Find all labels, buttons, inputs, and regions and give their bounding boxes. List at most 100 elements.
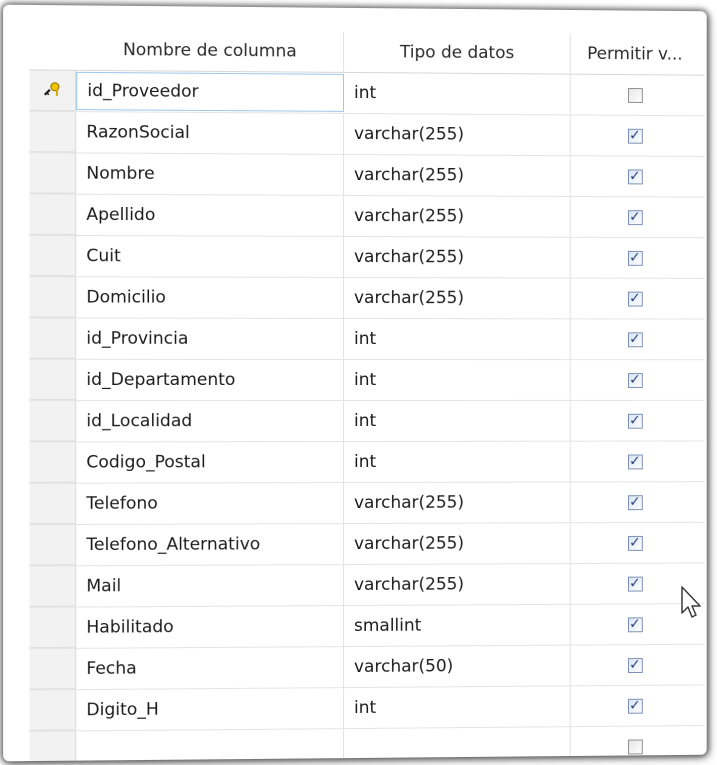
table-row[interactable]: Habilitado smallint ✓ — [29, 604, 705, 650]
row-selector[interactable] — [29, 235, 77, 277]
allow-nulls-cell: ✓ — [571, 645, 699, 686]
column-name-cell[interactable]: id_Departamento — [76, 359, 345, 401]
data-type-cell[interactable]: varchar(255) — [344, 236, 571, 278]
allow-nulls-checkbox[interactable]: ✓ — [627, 575, 643, 592]
data-type-cell[interactable]: varchar(255) — [344, 277, 571, 319]
data-type-cell[interactable]: int — [344, 686, 571, 729]
column-name-cell[interactable]: id_Provincia — [76, 318, 345, 359]
data-type-cell[interactable]: smallint — [344, 604, 571, 647]
row-selector[interactable] — [29, 194, 77, 235]
table-row[interactable]: id_Localidad int ✓ — [29, 400, 705, 443]
data-type-cell[interactable]: varchar(255) — [344, 564, 571, 606]
allow-nulls-checkbox[interactable]: ✓ — [627, 290, 643, 307]
allow-nulls-cell: ✓ — [571, 197, 699, 237]
allow-nulls-checkbox[interactable]: ✓ — [627, 249, 643, 266]
row-selector[interactable] — [29, 70, 77, 112]
column-name-cell[interactable]: RazonSocial — [76, 112, 345, 154]
column-name-cell[interactable]: Nombre — [76, 153, 345, 195]
allow-nulls-checkbox[interactable] — [627, 87, 643, 103]
row-selector[interactable] — [29, 111, 77, 153]
data-type-cell[interactable]: varchar(255) — [344, 195, 571, 237]
row-selector[interactable] — [29, 277, 77, 318]
row-selector[interactable] — [29, 731, 77, 762]
allow-nulls-cell: ✓ — [571, 360, 699, 400]
column-name-cell[interactable]: Domicilio — [76, 277, 345, 318]
table-row[interactable]: Telefono varchar(255) ✓ — [29, 482, 705, 526]
row-selector[interactable] — [29, 648, 77, 690]
allow-nulls-cell: ✓ — [571, 238, 699, 278]
data-type-cell[interactable]: varchar(255) — [344, 523, 571, 565]
data-type-cell[interactable] — [344, 727, 571, 762]
allow-nulls-checkbox[interactable]: ✓ — [627, 657, 643, 673]
table-row[interactable]: RazonSocial varchar(255) ✓ — [29, 111, 705, 157]
table-row[interactable]: Apellido varchar(255) ✓ — [29, 194, 705, 239]
column-name-header[interactable]: Nombre de columna — [76, 29, 345, 72]
data-type-cell[interactable]: varchar(50) — [344, 645, 571, 688]
allow-nulls-cell: ✓ — [571, 319, 699, 359]
table-row[interactable]: Cuit varchar(255) ✓ — [29, 235, 705, 279]
table-row[interactable]: id_Departamento int ✓ — [29, 359, 705, 402]
data-type-cell[interactable]: int — [344, 318, 571, 360]
table-row[interactable]: Telefono_Alternativo varchar(255) ✓ — [29, 522, 705, 567]
allow-nulls-checkbox[interactable]: ✓ — [627, 209, 643, 225]
column-name-cell[interactable]: Fecha — [76, 647, 345, 690]
data-type-cell[interactable]: varchar(255) — [344, 482, 571, 524]
allow-nulls-checkbox[interactable]: ✓ — [627, 331, 643, 347]
allow-nulls-checkbox[interactable]: ✓ — [627, 534, 643, 551]
column-name-cell[interactable]: id_Proveedor — [76, 71, 345, 112]
primary-key-icon — [43, 81, 61, 100]
table-designer-panel: Nombre de columna Tipo de datos Permitir… — [3, 4, 707, 762]
row-selector[interactable] — [29, 318, 77, 359]
row-selector[interactable] — [29, 524, 77, 566]
grid-rows: id_Proveedor int RazonSocial varchar(255) ✓ N… — [29, 70, 705, 762]
row-selector[interactable] — [29, 359, 77, 401]
data-type-cell[interactable]: int — [344, 441, 571, 483]
row-selector[interactable] — [29, 483, 77, 525]
allow-nulls-checkbox[interactable]: ✓ — [627, 168, 643, 184]
allow-nulls-checkbox[interactable]: ✓ — [627, 372, 643, 388]
column-name-cell[interactable]: Mail — [76, 565, 345, 607]
column-name-cell[interactable] — [76, 729, 345, 762]
row-selector[interactable] — [29, 153, 77, 194]
data-type-cell[interactable]: int — [344, 400, 571, 442]
allow-nulls-checkbox[interactable]: ✓ — [627, 453, 643, 469]
table-row[interactable] — [29, 726, 705, 762]
allow-nulls-checkbox[interactable]: ✓ — [627, 697, 643, 714]
table-row[interactable]: Mail varchar(255) ✓ — [29, 563, 705, 608]
data-type-cell[interactable]: varchar(255) — [344, 113, 571, 156]
allow-nulls-cell — [571, 75, 699, 116]
allow-nulls-checkbox[interactable] — [627, 738, 643, 754]
column-name-cell[interactable]: Digito_H — [76, 688, 345, 731]
allow-nulls-checkbox[interactable]: ✓ — [627, 412, 643, 429]
column-name-cell[interactable]: Codigo_Postal — [76, 442, 345, 483]
row-selector[interactable] — [29, 690, 77, 731]
table-row[interactable]: Codigo_Postal int ✓ — [29, 441, 705, 484]
row-selector[interactable] — [29, 607, 77, 649]
column-name-cell[interactable]: id_Localidad — [76, 401, 345, 442]
table-row[interactable]: id_Provincia int ✓ — [29, 318, 705, 361]
row-selector[interactable] — [29, 401, 77, 442]
allow-nulls-cell: ✓ — [571, 685, 699, 726]
table-row[interactable]: Digito_H int ✓ — [29, 685, 705, 732]
table-row[interactable]: Domicilio varchar(255) ✓ — [29, 277, 705, 320]
column-name-cell[interactable]: Apellido — [76, 194, 345, 236]
column-name-cell[interactable]: Telefono — [76, 483, 345, 524]
allow-nulls-checkbox[interactable]: ✓ — [627, 494, 643, 510]
column-name-cell[interactable]: Telefono_Alternativo — [76, 524, 345, 566]
allow-nulls-cell: ✓ — [571, 401, 699, 441]
column-name-cell[interactable]: Habilitado — [76, 606, 345, 648]
allow-nulls-cell: ✓ — [571, 156, 699, 196]
table-row[interactable]: id_Proveedor int — [29, 70, 705, 117]
data-type-cell[interactable]: varchar(255) — [344, 154, 571, 196]
data-type-cell[interactable]: int — [344, 72, 571, 115]
allow-nulls-checkbox[interactable]: ✓ — [627, 127, 643, 144]
column-name-cell[interactable]: Cuit — [76, 235, 345, 277]
table-row[interactable]: Nombre varchar(255) ✓ — [29, 153, 705, 198]
row-selector[interactable] — [29, 566, 77, 607]
table-row[interactable]: Fecha varchar(50) ✓ — [29, 644, 705, 691]
row-selector[interactable] — [29, 442, 77, 483]
data-type-header[interactable]: Tipo de datos — [344, 31, 571, 74]
data-type-cell[interactable]: int — [344, 359, 571, 401]
allow-nulls-checkbox[interactable]: ✓ — [627, 616, 643, 632]
allow-nulls-header[interactable]: Permitir v... — [571, 34, 699, 75]
